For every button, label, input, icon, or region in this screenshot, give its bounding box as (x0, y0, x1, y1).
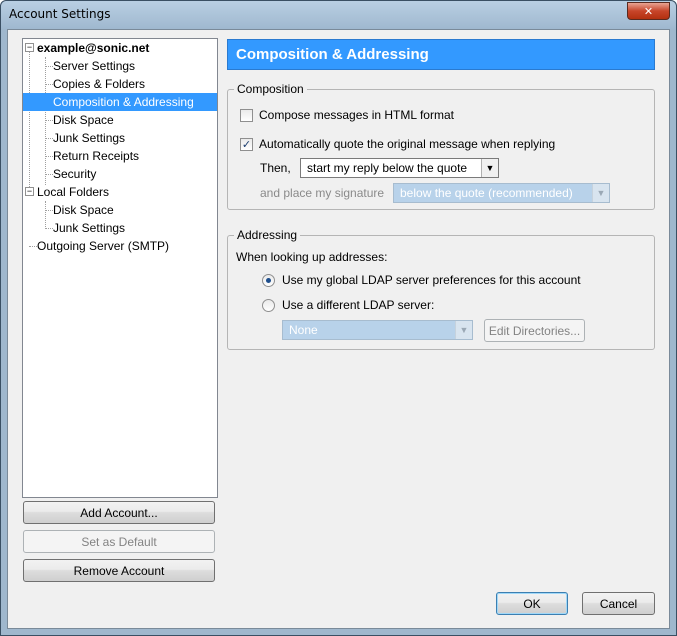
tree-line (45, 120, 53, 121)
then-label: Then, (260, 161, 291, 175)
tree-line (29, 51, 30, 195)
signature-position-value: below the quote (recommended) (400, 186, 573, 200)
auto-quote-label[interactable]: Automatically quote the original message… (259, 137, 555, 151)
tree-item-label: Disk Space (53, 113, 114, 127)
tree-item-label: Outgoing Server (SMTP) (37, 239, 170, 253)
tree-line (45, 201, 46, 227)
page-title: Composition & Addressing (227, 39, 655, 70)
composition-legend: Composition (234, 82, 307, 96)
different-ldap-label[interactable]: Use a different LDAP server: (282, 298, 434, 312)
global-ldap-label[interactable]: Use my global LDAP server preferences fo… (282, 273, 581, 287)
close-button[interactable]: ✕ (627, 2, 670, 20)
close-icon: ✕ (643, 4, 654, 18)
tree-line (45, 57, 46, 185)
tree-item-label: Local Folders (37, 185, 110, 199)
chevron-down-icon: ▼ (455, 321, 472, 339)
chevron-down-icon: ▼ (481, 159, 498, 177)
radio-selected-dot (266, 278, 271, 283)
tree-line (45, 174, 53, 175)
ldap-server-value: None (289, 323, 318, 337)
ldap-server-select[interactable]: None ▼ (282, 320, 473, 340)
reply-position-select[interactable]: start my reply below the quote ▼ (300, 158, 499, 178)
dialog-client-area: − example@sonic.net Server Settings Copi… (7, 29, 670, 629)
ok-button[interactable]: OK (496, 592, 568, 615)
html-format-checkbox[interactable] (240, 109, 253, 122)
global-ldap-radio[interactable] (262, 274, 275, 287)
reply-position-value: start my reply below the quote (307, 161, 468, 175)
tree-line (45, 66, 53, 67)
tree-item-security[interactable]: Security (53, 165, 96, 183)
tree-item-label: Copies & Folders (53, 77, 146, 91)
different-ldap-radio[interactable] (262, 299, 275, 312)
checkmark-icon: ✓ (241, 138, 252, 151)
tree-line (45, 228, 53, 229)
account-settings-window: Account Settings ✕ − example@sonic.net S… (0, 0, 677, 636)
account-tree[interactable]: − example@sonic.net Server Settings Copi… (22, 38, 218, 498)
tree-item-label: Security (53, 167, 97, 181)
edit-directories-button[interactable]: Edit Directories... (484, 319, 585, 342)
tree-item-label: Server Settings (53, 59, 136, 73)
collapse-icon[interactable]: − (25, 187, 34, 196)
html-format-label[interactable]: Compose messages in HTML format (259, 108, 454, 122)
tree-item-label: Junk Settings (53, 131, 126, 145)
tree-item-label: Return Receipts (53, 149, 140, 163)
tree-item-junk-settings[interactable]: Junk Settings (53, 129, 125, 147)
tree-item-local-folders[interactable]: − Local Folders (23, 183, 217, 201)
signature-position-select[interactable]: below the quote (recommended) ▼ (393, 183, 610, 203)
tree-item-label: Junk Settings (53, 221, 126, 235)
tree-item-label: example@sonic.net (37, 41, 150, 55)
tree-item-local-disk-space[interactable]: Disk Space (53, 201, 114, 219)
chevron-down-icon: ▼ (592, 184, 609, 202)
title-bar[interactable]: Account Settings ✕ (1, 1, 676, 29)
collapse-icon[interactable]: − (25, 43, 34, 52)
set-as-default-button[interactable]: Set as Default (23, 530, 215, 553)
tree-item-account[interactable]: − example@sonic.net (23, 39, 217, 57)
tree-item-local-junk-settings[interactable]: Junk Settings (53, 219, 125, 237)
remove-account-button[interactable]: Remove Account (23, 559, 215, 582)
tree-item-label: Disk Space (53, 203, 114, 217)
tree-item-label: Composition & Addressing (53, 95, 194, 109)
lookup-label: When looking up addresses: (236, 250, 388, 264)
addressing-legend: Addressing (234, 228, 301, 242)
tree-item-outgoing-server[interactable]: Outgoing Server (SMTP) (37, 237, 169, 255)
tree-item-disk-space[interactable]: Disk Space (53, 111, 114, 129)
tree-item-server-settings[interactable]: Server Settings (53, 57, 135, 75)
add-account-button[interactable]: Add Account... (23, 501, 215, 524)
tree-line (45, 84, 53, 85)
tree-line (45, 138, 53, 139)
tree-item-copies-folders[interactable]: Copies & Folders (53, 75, 145, 93)
tree-item-return-receipts[interactable]: Return Receipts (53, 147, 139, 165)
tree-item-composition-addressing[interactable]: Composition & Addressing (23, 93, 217, 111)
signature-label: and place my signature (260, 186, 385, 200)
tree-line (45, 156, 53, 157)
window-title: Account Settings (9, 7, 111, 21)
cancel-button[interactable]: Cancel (582, 592, 655, 615)
auto-quote-checkbox[interactable]: ✓ (240, 138, 253, 151)
tree-line (29, 246, 37, 247)
tree-line (45, 210, 53, 211)
